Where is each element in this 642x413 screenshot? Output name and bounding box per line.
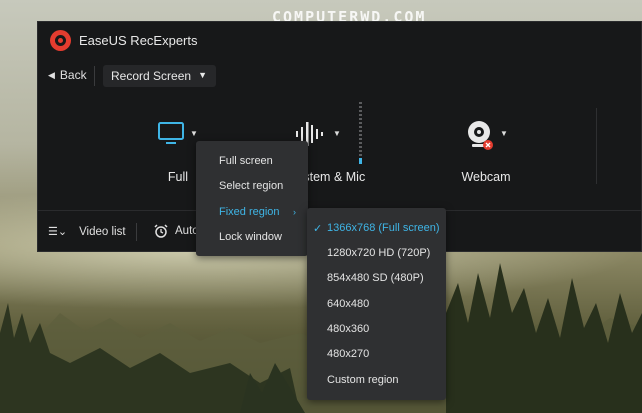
video-list-label: Video list [79, 225, 126, 238]
webcam-source-label: Webcam [461, 170, 511, 184]
resolution-option[interactable]: 480x270 [327, 348, 369, 360]
fixed-region-submenu: ✓ 1366x768 (Full screen) 1280x720 HD (72… [307, 208, 446, 400]
back-label: Back [59, 68, 87, 82]
resolution-option[interactable]: 1366x768 (Full screen) [327, 222, 440, 234]
resolution-option[interactable]: 480x360 [327, 323, 369, 335]
screen-options-caret-icon[interactable]: ▼ [190, 129, 198, 138]
record-mode-value: Record Screen [111, 69, 192, 83]
back-button[interactable]: ◀ Back [48, 68, 87, 82]
webcam-options-caret-icon[interactable]: ▼ [500, 129, 508, 138]
resolution-option[interactable]: 640x480 [327, 298, 369, 310]
audio-level-meter [359, 102, 362, 164]
audio-options-caret-icon[interactable]: ▼ [333, 129, 341, 138]
webcam-source-button[interactable]: ▼ Webcam [453, 120, 519, 186]
submenu-chevron-right-icon: › [293, 207, 296, 217]
webcam-icon [468, 121, 493, 150]
resolution-option[interactable]: 1280x720 HD (720P) [327, 247, 430, 259]
video-list-button[interactable]: ☰⌄ Video list [48, 225, 126, 239]
checkmark-icon: ✓ [313, 223, 323, 235]
menu-item-fixed-region[interactable]: Fixed region [219, 206, 280, 218]
custom-region-option[interactable]: Custom region [327, 374, 399, 386]
back-arrow-icon: ◀ [48, 69, 55, 80]
divider [94, 66, 95, 86]
record-mode-dropdown[interactable]: Record Screen ▼ [103, 65, 216, 87]
alarm-clock-icon [154, 224, 168, 238]
title-bar: EaseUS RecExperts [38, 22, 641, 58]
auto-button[interactable]: Auto [154, 224, 199, 238]
caret-down-icon: ▼ [198, 70, 207, 80]
monitor-icon [158, 122, 184, 144]
region-menu: Full screen Select region Fixed region ›… [196, 141, 308, 256]
divider [596, 108, 597, 184]
menu-item-select-region[interactable]: Select region [219, 180, 283, 192]
app-logo-icon [50, 29, 71, 51]
list-icon: ☰⌄ [48, 226, 68, 238]
resolution-option[interactable]: 854x480 SD (480P) [327, 272, 424, 284]
menu-item-full-screen[interactable]: Full screen [219, 155, 273, 167]
menu-item-lock-window[interactable]: Lock window [219, 231, 282, 243]
divider [136, 223, 137, 241]
app-title: EaseUS RecExperts [79, 32, 198, 48]
